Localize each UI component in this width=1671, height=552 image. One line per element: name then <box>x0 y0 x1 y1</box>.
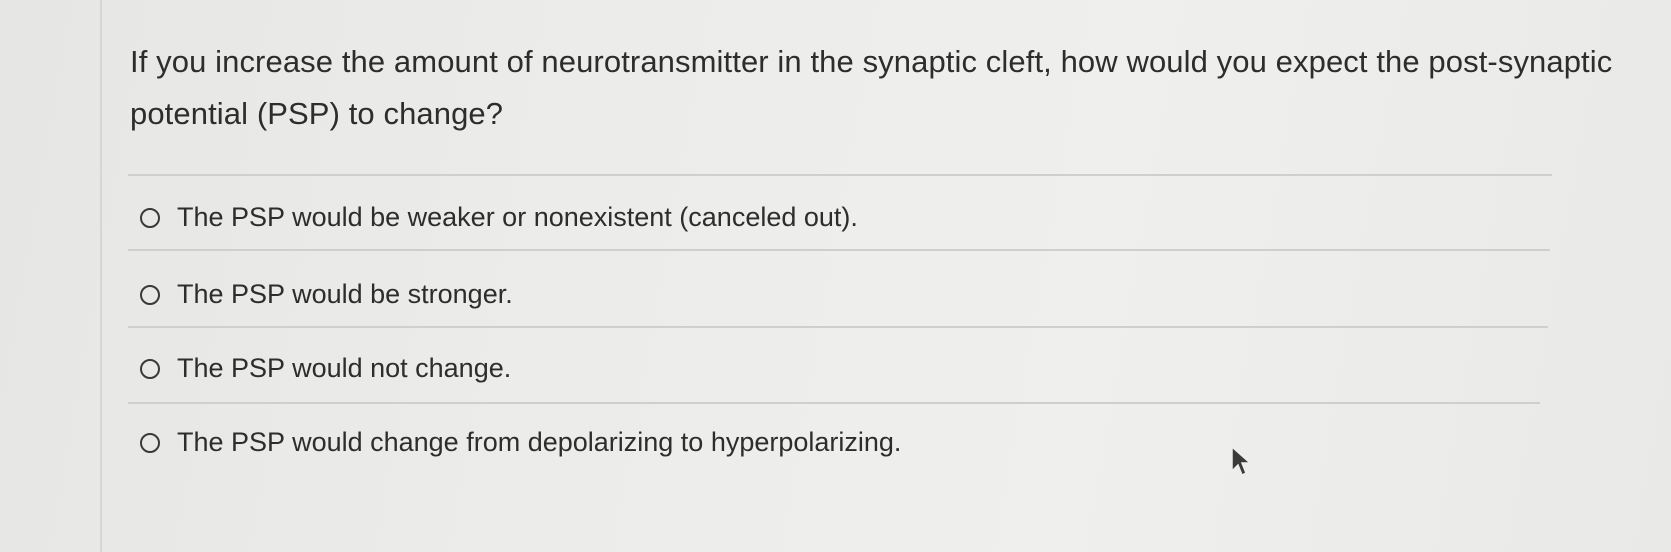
answer-option-label: The PSP would change from depolarizing t… <box>177 427 902 457</box>
option-divider <box>128 249 1550 251</box>
option-divider <box>128 402 1540 404</box>
question-card: If you increase the amount of neurotrans… <box>102 0 1671 552</box>
answer-option-label: The PSP would be stronger. <box>177 279 513 309</box>
answer-option-1[interactable]: The PSP would be weaker or nonexistent (… <box>140 202 858 233</box>
option-divider <box>128 326 1548 328</box>
radio-circle-icon[interactable] <box>140 358 160 379</box>
answer-option-label: The PSP would not change. <box>177 353 512 383</box>
radio-circle-icon[interactable] <box>140 284 160 305</box>
answer-option-4[interactable]: The PSP would change from depolarizing t… <box>140 427 901 458</box>
answer-option-3[interactable]: The PSP would not change. <box>140 353 511 384</box>
question-prompt: If you increase the amount of neurotrans… <box>130 44 1613 131</box>
radio-circle-icon[interactable] <box>140 207 160 228</box>
radio-circle-icon[interactable] <box>140 432 160 453</box>
answer-option-label: The PSP would be weaker or nonexistent (… <box>177 202 858 232</box>
question-divider <box>128 174 1552 176</box>
answer-option-2[interactable]: The PSP would be stronger. <box>140 279 513 310</box>
mouse-pointer-icon <box>1231 445 1252 477</box>
